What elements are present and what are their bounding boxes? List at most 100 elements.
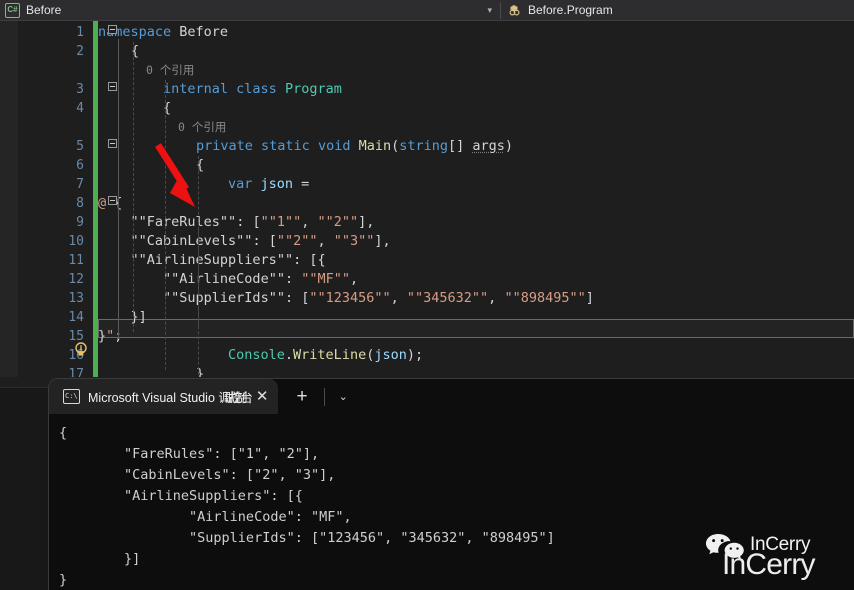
terminal-output-line: {	[59, 425, 68, 441]
code-token: (	[391, 138, 400, 154]
code-token: );	[406, 347, 424, 363]
code-token: Before	[179, 24, 229, 40]
line-number: 12	[68, 272, 84, 287]
line-number: 10	[68, 234, 84, 249]
file-tab-label: Before	[26, 3, 62, 17]
line-number: 5	[76, 139, 84, 154]
new-terminal-icon[interactable]: +	[296, 387, 307, 406]
code-token: ""898495""	[504, 290, 586, 306]
code-token: class	[236, 81, 285, 97]
code-token: string	[399, 138, 449, 154]
code-token: =	[293, 176, 310, 192]
terminal-output-line: "AirlineSuppliers": [{	[59, 488, 303, 504]
code-token: ""123456""	[309, 290, 391, 306]
line-number: 9	[76, 215, 84, 230]
code-token: ,	[301, 214, 318, 230]
code-token: : [	[252, 233, 277, 249]
line-number: 6	[76, 158, 84, 173]
code-token: Console	[228, 347, 285, 363]
code-token: @	[98, 195, 107, 211]
code-token: ],	[358, 214, 375, 230]
collapse-toggle-icon[interactable]	[108, 196, 117, 205]
code-token: }	[98, 328, 107, 344]
editor-top-navigation-bar: C# Before ▾ Before.Program	[0, 0, 854, 21]
chevron-down-icon[interactable]: ⌄	[339, 390, 348, 403]
code-token: Program	[284, 81, 342, 97]
collapse-toggle-icon[interactable]	[108, 139, 117, 148]
line-number: 7	[76, 177, 84, 192]
code-line[interactable]: ""SupplierIds"": [""123456"", ""345632""…	[98, 289, 594, 308]
chevron-down-icon[interactable]: ▾	[487, 5, 500, 15]
code-line[interactable]: }]	[98, 308, 147, 327]
console-window-icon: C:\	[63, 389, 80, 404]
csharp-file-icon: C#	[5, 2, 20, 18]
codelens-reference-count[interactable]: 0 个引用	[146, 61, 194, 80]
code-editor[interactable]: { } 1234567891011121314151617 0 个引用0 个引用…	[0, 21, 854, 377]
toolbar-divider	[323, 387, 325, 406]
indent-guide	[165, 80, 166, 370]
terminal-output-line: "CabinLevels": ["2", "3"],	[59, 467, 336, 483]
member-navigation-dropdown[interactable]: Before.Program	[500, 0, 854, 21]
code-token: ]	[585, 290, 594, 306]
code-text-area[interactable]: 0 个引用 0 个引用 namespace Before{internal clas…	[98, 21, 854, 377]
terminal-tab-bar: C:\ Microsoft Visual Studio 调试控制台 ✕ + ⌄	[49, 379, 854, 414]
class-member-icon	[508, 4, 522, 17]
line-number: 3	[76, 82, 84, 97]
terminal-tab-debug-console[interactable]: C:\ Microsoft Visual Studio 调试控制台 ✕	[49, 379, 279, 414]
file-tab[interactable]: C# Before ▾	[0, 0, 500, 21]
code-token: static	[261, 138, 318, 154]
code-token: ""SupplierIds""	[163, 290, 285, 306]
code-token: ""AirlineCode""	[163, 271, 285, 287]
code-token: ""2""	[317, 214, 359, 230]
code-token: ,	[488, 290, 505, 306]
terminal-output-line: "FareRules": ["1", "2"],	[59, 446, 320, 462]
code-token: ""CabinLevels""	[130, 233, 253, 249]
code-line[interactable]: private static void Main(string[] args)	[196, 137, 513, 156]
terminal-output-line: }	[59, 572, 68, 588]
structure-guide	[118, 39, 119, 339]
line-number: 11	[68, 253, 84, 268]
code-token: internal	[163, 81, 237, 97]
code-token: : [	[284, 290, 310, 306]
member-navigation-label: Before.Program	[528, 3, 613, 17]
code-line[interactable]: ""AirlineCode"": ""MF"",	[98, 270, 358, 289]
code-line[interactable]: var json =	[228, 175, 309, 194]
code-token: Main	[358, 138, 392, 154]
collapse-toggle-icon[interactable]	[108, 82, 117, 91]
codelens-reference-count[interactable]: 0 个引用	[178, 118, 226, 137]
code-token: ""MF""	[301, 271, 350, 287]
code-token: :	[284, 271, 302, 287]
line-number: 17	[68, 367, 84, 377]
line-number: 2	[76, 44, 84, 59]
terminal-output[interactable]: { "FareRules": ["1", "2"], "CabinLevels"…	[49, 414, 854, 590]
indicator-margin	[0, 21, 18, 377]
code-line[interactable]: ""CabinLevels"": [""2"", ""3""],	[98, 232, 391, 251]
code-line[interactable]: ""FareRules"": [""1"", ""2""],	[98, 213, 375, 232]
code-token: ""3""	[333, 233, 375, 249]
collapse-toggle-icon[interactable]	[108, 25, 117, 34]
terminal-tab-label-cjk: 调试控制台	[218, 391, 252, 405]
code-token: json	[260, 176, 294, 192]
code-token: ""345632""	[406, 290, 489, 306]
indent-guide	[133, 42, 134, 332]
code-token: ""2""	[276, 233, 318, 249]
terminal-panel: C:\ Microsoft Visual Studio 调试控制台 ✕ + ⌄ …	[48, 378, 854, 590]
code-token: json	[374, 347, 407, 363]
quick-actions-lightbulb-icon[interactable]	[73, 341, 89, 357]
code-token: var	[228, 176, 261, 192]
terminal-tab-label: Microsoft Visual Studio 调试控制台	[88, 387, 253, 406]
indent-guide	[198, 230, 199, 377]
terminal-output-line: "SupplierIds": ["123456", "345632", "898…	[59, 530, 555, 546]
code-token: .	[284, 347, 294, 363]
line-number-gutter: 1 2 3 4 5 6 7 8 9 10 11 12 13 14 15 16 17	[18, 21, 92, 377]
code-token: ,	[350, 271, 359, 287]
close-icon[interactable]: ✕	[256, 389, 269, 404]
code-line[interactable]: internal class Program	[163, 80, 342, 99]
code-token: ,	[390, 290, 407, 306]
line-number: 4	[76, 101, 84, 116]
code-line[interactable]: Console.WriteLine(json);	[228, 346, 423, 365]
code-token: ""FareRules""	[130, 214, 237, 230]
